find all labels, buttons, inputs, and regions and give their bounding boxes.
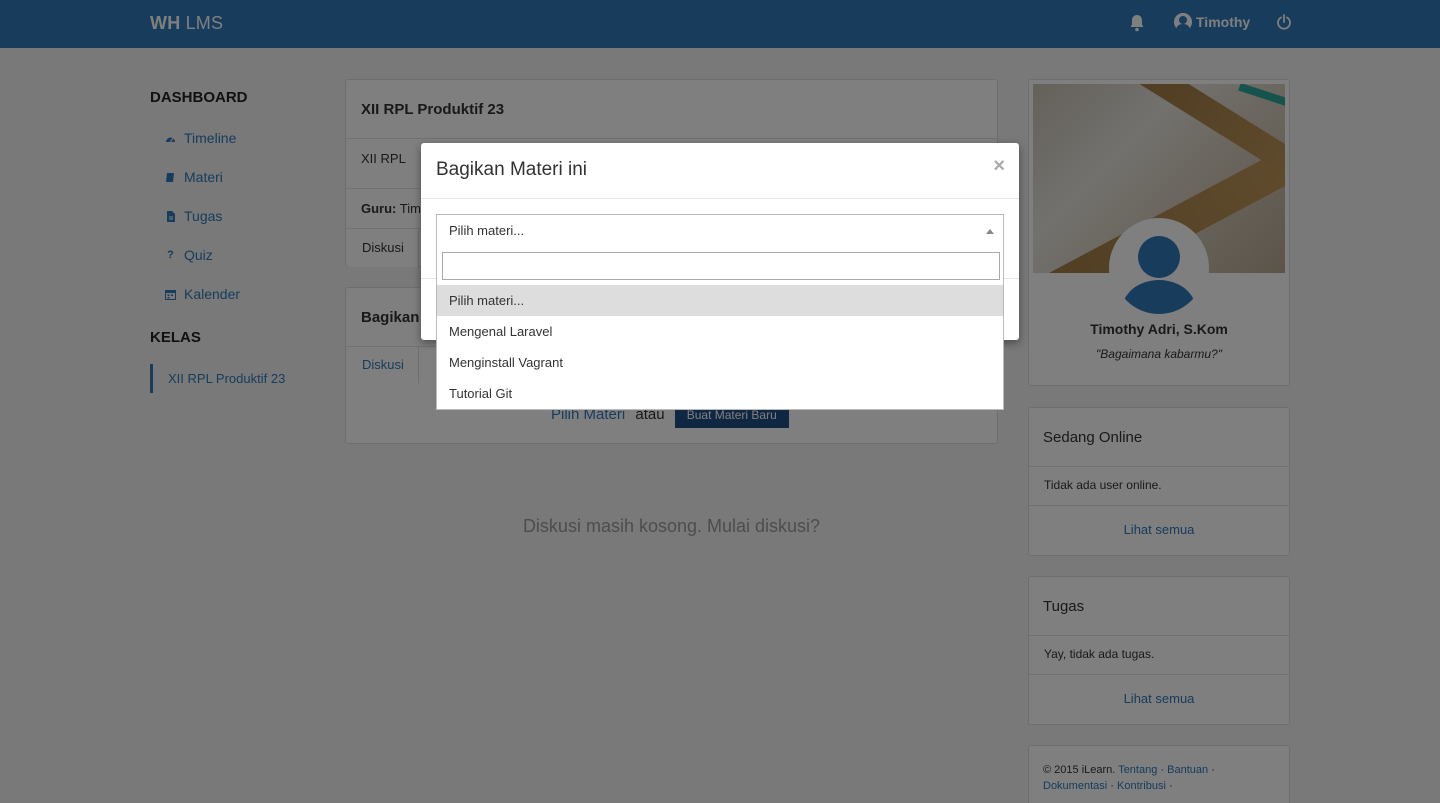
materi-select[interactable]: Pilih materi... (436, 214, 1004, 248)
dropdown-option[interactable]: Mengenal Laravel (437, 316, 1003, 347)
modal-title: Bagikan Materi ini (436, 159, 588, 180)
caret-up-icon (986, 229, 994, 234)
dropdown-option[interactable]: Menginstall Vagrant (437, 347, 1003, 378)
close-icon[interactable]: × (993, 155, 1005, 178)
select-value: Pilih materi... (449, 223, 525, 238)
dropdown-option[interactable]: Tutorial Git (437, 378, 1003, 409)
dropdown-search-input[interactable] (442, 252, 1000, 280)
dropdown-option[interactable]: Pilih materi... (437, 285, 1003, 316)
materi-dropdown: Pilih materi... Mengenal Laravel Mengins… (436, 247, 1004, 410)
